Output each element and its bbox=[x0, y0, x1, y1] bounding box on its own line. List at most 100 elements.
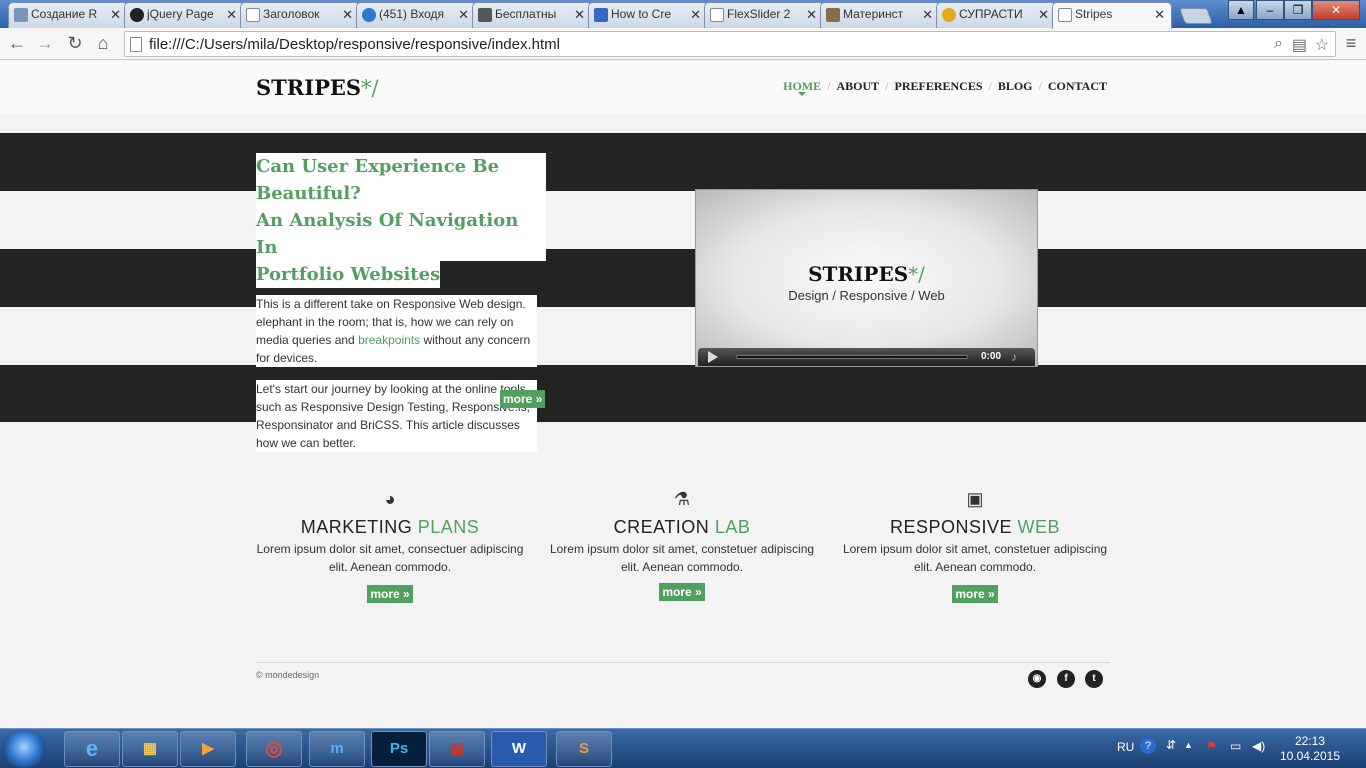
bookmark-star-icon[interactable]: ☆ bbox=[1315, 35, 1329, 55]
back-arrow-icon[interactable]: ← bbox=[6, 32, 28, 54]
home-icon[interactable]: ⌂ bbox=[92, 32, 114, 54]
nav-preferences[interactable]: PREFERENCES bbox=[891, 79, 985, 94]
hero-more-button[interactable]: more » bbox=[500, 390, 546, 408]
hero-headline-line[interactable]: Can User Experience Be Beautiful? bbox=[256, 153, 546, 207]
translate-icon[interactable]: ▤ bbox=[1292, 35, 1307, 55]
breakpoints-link[interactable]: breakpoints bbox=[358, 333, 420, 347]
hero-headline-line[interactable]: An Analysis Of Navigation In bbox=[256, 207, 546, 261]
microscope-icon: ⚗ bbox=[673, 489, 691, 509]
nav-separator: / bbox=[827, 79, 831, 93]
volume-muted-icon[interactable]: ♪ bbox=[1011, 350, 1017, 364]
tab-close-icon[interactable]: ✕ bbox=[110, 7, 121, 23]
feature-more-button[interactable]: more » bbox=[952, 585, 998, 603]
tab-close-icon[interactable]: ✕ bbox=[226, 7, 237, 23]
minimize-button[interactable]: – bbox=[1256, 0, 1284, 20]
browser-tab[interactable]: Создание R ✕ bbox=[8, 2, 128, 28]
network-icon[interactable]: ▭ bbox=[1230, 739, 1241, 753]
browser-tab-strip: Создание R ✕ jQuery Page ✕ Заголовок ✕ (451… bbox=[0, 0, 1366, 29]
new-tab-button[interactable] bbox=[1179, 8, 1213, 24]
reload-icon[interactable]: ↻ bbox=[64, 32, 86, 54]
tab-label: jQuery Page bbox=[147, 7, 214, 21]
tab-close-icon[interactable]: ✕ bbox=[458, 7, 469, 23]
nav-blog[interactable]: BLOG bbox=[995, 79, 1036, 94]
close-window-button[interactable]: ✕ bbox=[1312, 0, 1360, 20]
feature-title-dark: MARKETING bbox=[300, 517, 413, 537]
browser-tab[interactable]: Заголовок ✕ bbox=[240, 2, 360, 28]
media-player-icon[interactable]: ▶ bbox=[180, 731, 236, 767]
feature-text: Lorem ipsum dolor sit amet, constetuer a… bbox=[842, 542, 1108, 574]
logo-accent: */ bbox=[361, 76, 379, 100]
keyboard-icon[interactable]: ⇵ bbox=[1166, 738, 1176, 752]
browser-tab[interactable]: Бесплатны ✕ bbox=[472, 2, 592, 28]
start-button[interactable] bbox=[2, 730, 46, 768]
nav-contact[interactable]: CONTACT bbox=[1045, 79, 1110, 94]
tab-close-icon[interactable]: ✕ bbox=[342, 7, 353, 23]
chrome-icon[interactable]: ◎ bbox=[246, 731, 302, 767]
video-player[interactable]: STRIPES*/ Design / Responsive / Web 0:00… bbox=[695, 189, 1038, 367]
browser-tab[interactable]: (451) Входя ✕ bbox=[356, 2, 476, 28]
file-explorer-icon[interactable]: ▦ bbox=[122, 731, 178, 767]
help-icon[interactable]: ? bbox=[1140, 738, 1156, 754]
tab-close-icon[interactable]: ✕ bbox=[574, 7, 585, 23]
feature-creation-lab: ⚗ CREATION LAB Lorem ipsum dolor sit ame… bbox=[547, 488, 817, 601]
url-text[interactable]: file:///C:/Users/mila/Desktop/responsive… bbox=[149, 36, 560, 53]
forward-arrow-icon[interactable]: → bbox=[34, 32, 56, 54]
rss-icon[interactable]: ◉ bbox=[1028, 670, 1046, 688]
address-bar[interactable]: file:///C:/Users/mila/Desktop/responsive… bbox=[124, 31, 1336, 57]
feature-more-button[interactable]: more » bbox=[659, 583, 705, 601]
twitter-icon[interactable]: t bbox=[1085, 670, 1103, 688]
feature-title-green: PLANS bbox=[417, 517, 480, 537]
site-logo[interactable]: STRIPES*/ bbox=[256, 75, 379, 100]
video-logo: STRIPES*/ bbox=[696, 262, 1037, 286]
tab-close-icon[interactable]: ✕ bbox=[922, 7, 933, 23]
nav-home[interactable]: HOME bbox=[780, 79, 824, 96]
nav-about[interactable]: ABOUT bbox=[833, 79, 882, 94]
browser-tab[interactable]: СУПРАСТИ ✕ bbox=[936, 2, 1056, 28]
tab-close-icon[interactable]: ✕ bbox=[1154, 7, 1165, 23]
feature-title: MARKETING PLANS bbox=[255, 517, 525, 538]
copyright: © mondedesign bbox=[256, 670, 320, 680]
tab-close-icon[interactable]: ✕ bbox=[690, 7, 701, 23]
browser-tab[interactable]: How to Cre ✕ bbox=[588, 2, 708, 28]
browser-tab[interactable]: FlexSlider 2 ✕ bbox=[704, 2, 824, 28]
volume-icon[interactable]: ◀) bbox=[1252, 739, 1265, 753]
browser-tab[interactable]: jQuery Page ✕ bbox=[124, 2, 244, 28]
tab-label: How to Cre bbox=[611, 7, 672, 21]
feature-more-button[interactable]: more » bbox=[367, 585, 413, 603]
hero-text: Can User Experience Be Beautiful? An Ana… bbox=[256, 153, 546, 452]
footer-divider bbox=[256, 662, 1110, 663]
feature-text: Lorem ipsum dolor sit amet, constetuer a… bbox=[549, 542, 815, 574]
menu-icon[interactable]: ≡ bbox=[1340, 32, 1362, 54]
sublime-text-icon[interactable]: S bbox=[556, 731, 612, 767]
tab-close-icon[interactable]: ✕ bbox=[806, 7, 817, 23]
page-icon bbox=[130, 37, 142, 52]
browser-tab[interactable]: Материнст ✕ bbox=[820, 2, 940, 28]
play-icon[interactable] bbox=[708, 351, 718, 363]
tab-close-icon[interactable]: ✕ bbox=[1038, 7, 1049, 23]
facebook-icon[interactable]: f bbox=[1057, 670, 1075, 688]
web-page: STRIPES*/ HOME / ABOUT / PREFERENCES / BLOG / CO… bbox=[0, 61, 1366, 727]
browser-tab-active[interactable]: Stripes ✕ bbox=[1052, 2, 1172, 29]
clock[interactable]: 22:13 10.04.2015 bbox=[1280, 734, 1340, 764]
photoshop-icon[interactable]: Ps bbox=[371, 731, 427, 767]
word-icon[interactable]: W bbox=[491, 731, 547, 767]
action-center-icon[interactable]: ⚑ bbox=[1206, 739, 1217, 753]
language-indicator[interactable]: RU bbox=[1117, 740, 1134, 754]
tab-label: Бесплатны bbox=[495, 7, 557, 21]
user-icon[interactable]: ▲ bbox=[1228, 0, 1254, 20]
system-tray: RU ? ⇵ ▲ ⚑ ▭ ◀) 22:13 10.04.2015 bbox=[1110, 729, 1366, 768]
people-favicon-icon bbox=[826, 8, 840, 22]
show-hidden-icons-icon[interactable]: ▲ bbox=[1184, 740, 1193, 750]
site-header: STRIPES*/ HOME / ABOUT / PREFERENCES / BLOG / CO… bbox=[0, 61, 1366, 114]
feature-responsive-web: ▣ RESPONSIVE WEB Lorem ipsum dolor sit a… bbox=[840, 488, 1110, 603]
internet-explorer-icon[interactable]: e bbox=[64, 731, 120, 767]
habr-favicon-icon bbox=[14, 8, 28, 22]
mail-favicon-icon bbox=[362, 8, 376, 22]
search-icon[interactable]: ⌕ bbox=[1274, 35, 1283, 53]
feature-title-green: LAB bbox=[714, 517, 751, 537]
maximize-button[interactable]: ❐ bbox=[1284, 0, 1312, 20]
hero-headline-line[interactable]: Portfolio Websites bbox=[256, 261, 441, 288]
video-progress-bar[interactable] bbox=[736, 355, 968, 359]
winrar-icon[interactable]: ▤ bbox=[429, 731, 485, 767]
maxthon-icon[interactable]: m bbox=[309, 731, 365, 767]
